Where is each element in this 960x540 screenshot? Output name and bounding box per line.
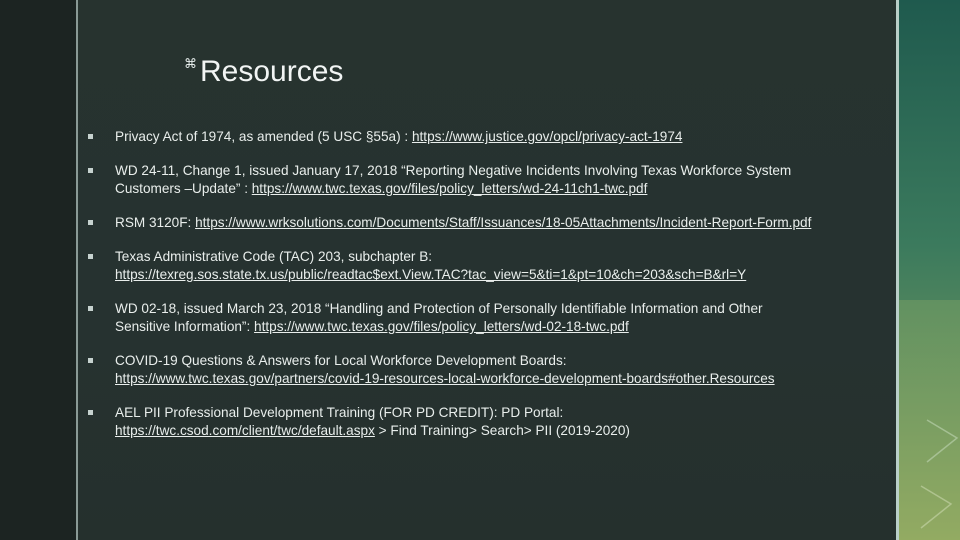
resource-list: Privacy Act of 1974, as amended (5 USC §… [88, 128, 894, 456]
page-title: Resources [200, 55, 344, 88]
decorative-chevron-graphic [899, 300, 960, 540]
resource-item: COVID-19 Questions & Answers for Local W… [88, 352, 894, 388]
bullet-icon [88, 134, 93, 139]
resource-item: WD 24-11, Change 1, issued January 17, 2… [88, 162, 894, 198]
resource-text: COVID-19 Questions & Answers for Local W… [115, 353, 567, 368]
resource-text: Privacy Act of 1974, as amended (5 USC §… [115, 129, 412, 144]
resource-item: Texas Administrative Code (TAC) 203, sub… [88, 248, 894, 284]
resource-line: Privacy Act of 1974, as amended (5 USC §… [115, 128, 894, 146]
resource-item: Privacy Act of 1974, as amended (5 USC §… [88, 128, 894, 146]
resource-line: WD 02-18, issued March 23, 2018 “Handlin… [115, 300, 894, 318]
right-accent-band [899, 0, 960, 540]
bullet-icon [88, 168, 93, 173]
resource-link[interactable]: https://www.twc.texas.gov/files/policy_l… [252, 181, 648, 196]
resource-line: WD 24-11, Change 1, issued January 17, 2… [115, 162, 894, 180]
resource-item: AEL PII Professional Development Trainin… [88, 404, 894, 440]
resource-link[interactable]: https://www.twc.texas.gov/files/policy_l… [254, 319, 629, 334]
resource-text: WD 02-18, issued March 23, 2018 “Handlin… [115, 301, 763, 316]
resource-text: WD 24-11, Change 1, issued January 17, 2… [115, 163, 792, 178]
resource-line: https://twc.csod.com/client/twc/default.… [115, 422, 894, 440]
resource-link[interactable]: https://texreg.sos.state.tx.us/public/re… [115, 267, 746, 282]
z-icon: ⌘ [184, 57, 197, 72]
resource-line: Customers –Update” : https://www.twc.tex… [115, 180, 894, 198]
resource-text: Customers –Update” : [115, 181, 252, 196]
bullet-icon [88, 306, 93, 311]
resource-item: WD 02-18, issued March 23, 2018 “Handlin… [88, 300, 894, 336]
bullet-icon [88, 410, 93, 415]
bullet-icon [88, 358, 93, 363]
resource-line: Sensitive Information”: https://www.twc.… [115, 318, 894, 336]
left-margin-band [0, 0, 76, 540]
resource-line: AEL PII Professional Development Trainin… [115, 404, 894, 422]
resource-text: Sensitive Information”: [115, 319, 255, 334]
resource-line: Texas Administrative Code (TAC) 203, sub… [115, 248, 894, 266]
resource-line: https://texreg.sos.state.tx.us/public/re… [115, 266, 894, 284]
resource-link[interactable]: https://www.wrksolutions.com/Documents/S… [195, 215, 811, 230]
resource-trailing-text: > Find Training> Search> PII (2019-2020) [374, 423, 630, 438]
resource-text: RSM 3120F: [115, 215, 196, 230]
resource-link[interactable]: https://www.twc.texas.gov/partners/covid… [115, 371, 775, 386]
bullet-icon [88, 220, 93, 225]
resource-line: COVID-19 Questions & Answers for Local W… [115, 352, 894, 370]
resource-text: AEL PII Professional Development Trainin… [115, 405, 564, 420]
resource-line: https://www.twc.texas.gov/partners/covid… [115, 370, 894, 388]
title-group: ⌘ Resources [184, 52, 343, 92]
resource-line: RSM 3120F: https://www.wrksolutions.com/… [115, 214, 894, 232]
resource-text: Texas Administrative Code (TAC) 203, sub… [115, 249, 433, 264]
resource-item: RSM 3120F: https://www.wrksolutions.com/… [88, 214, 894, 232]
bullet-icon [88, 254, 93, 259]
resource-link[interactable]: https://twc.csod.com/client/twc/default.… [115, 423, 375, 438]
resource-link[interactable]: https://www.justice.gov/opcl/privacy-act… [412, 129, 682, 144]
